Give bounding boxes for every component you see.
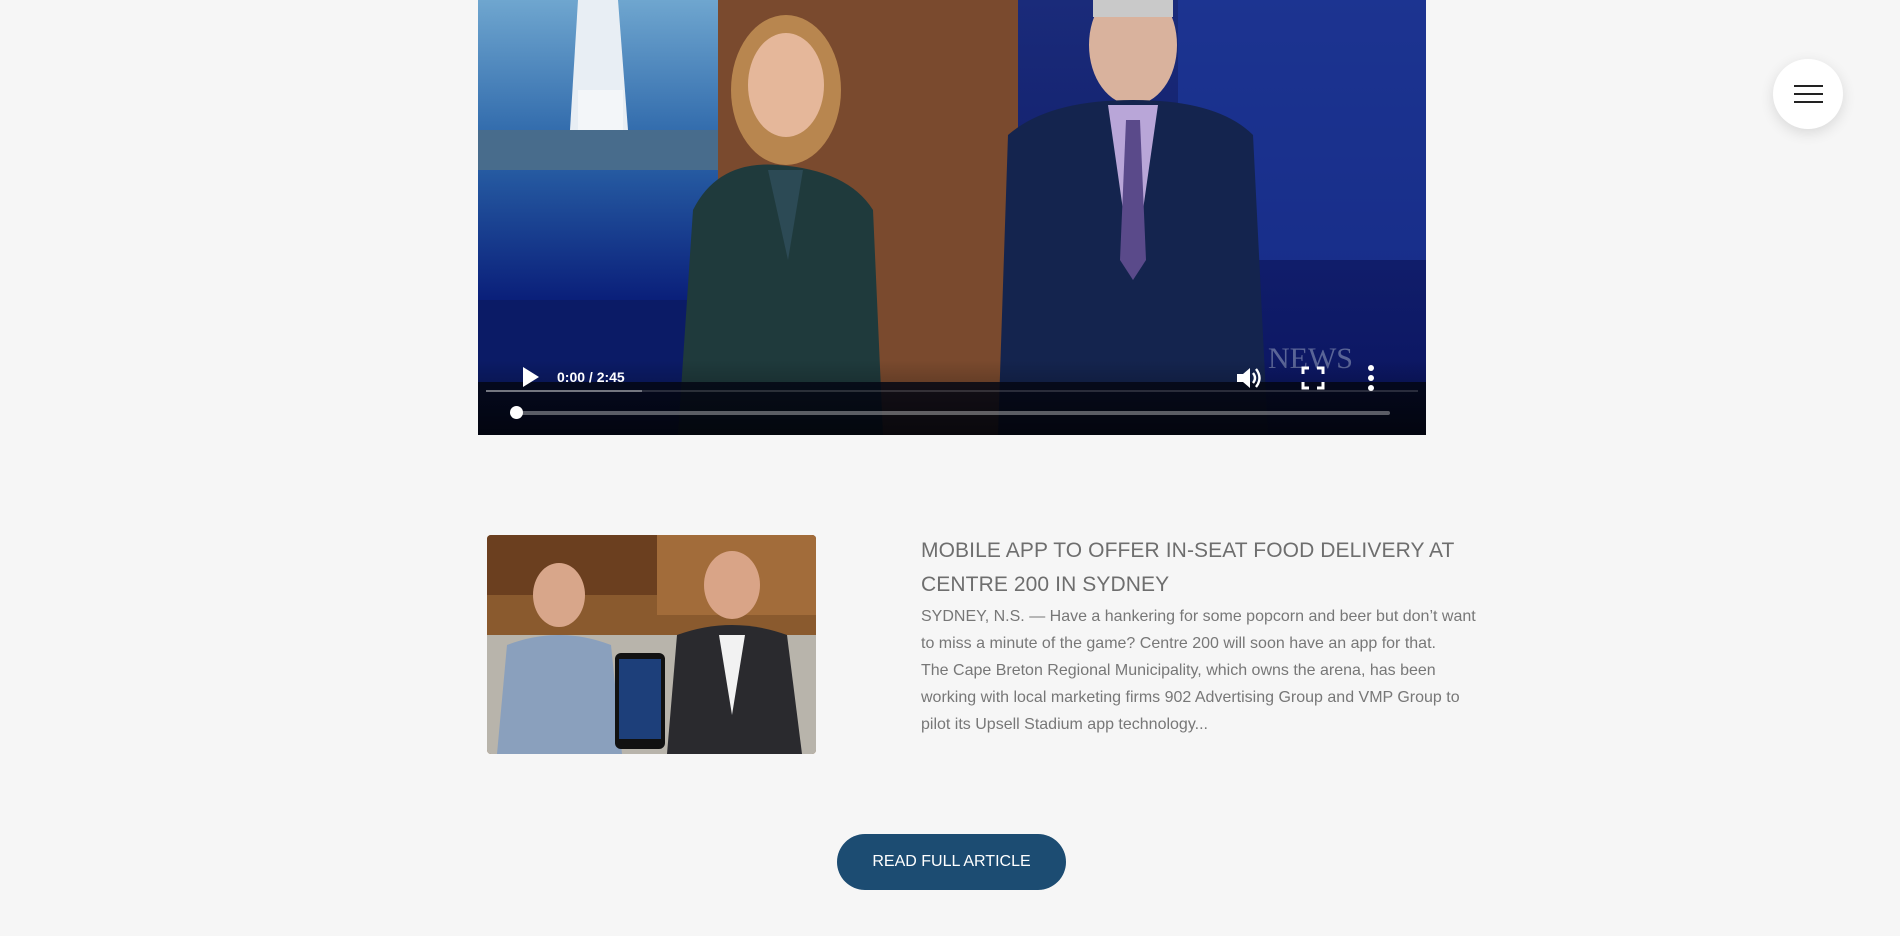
volume-button[interactable] — [1234, 363, 1264, 393]
article-paragraph: SYDNEY, N.S. — Have a hankering for some… — [921, 608, 1476, 652]
video-time: 0:00 / 2:45 — [557, 369, 625, 385]
menu-button[interactable] — [1773, 59, 1843, 129]
video-player[interactable]: NEWS 0:00 / 2:45 — [478, 0, 1426, 435]
article-photo — [487, 535, 816, 754]
article-excerpt: SYDNEY, N.S. — Have a hankering for some… — [921, 603, 1481, 738]
play-button[interactable] — [516, 363, 544, 391]
fullscreen-icon — [1301, 366, 1325, 390]
video-progress-bar[interactable] — [516, 411, 1390, 415]
article-thumbnail[interactable] — [487, 535, 816, 754]
volume-icon — [1237, 368, 1261, 388]
article-paragraph: The Cape Breton Regional Municipality, w… — [921, 662, 1460, 733]
fullscreen-button[interactable] — [1300, 365, 1326, 391]
article-headline[interactable]: MOBILE APP TO OFFER IN-SEAT FOOD DELIVER… — [921, 534, 1481, 602]
video-progress-handle[interactable] — [510, 406, 523, 419]
more-vertical-icon — [1368, 365, 1374, 391]
read-full-article-button[interactable]: READ FULL ARTICLE — [837, 834, 1066, 890]
play-icon — [523, 367, 539, 387]
video-buffer-fill — [486, 390, 642, 392]
more-options-button[interactable] — [1365, 363, 1377, 393]
